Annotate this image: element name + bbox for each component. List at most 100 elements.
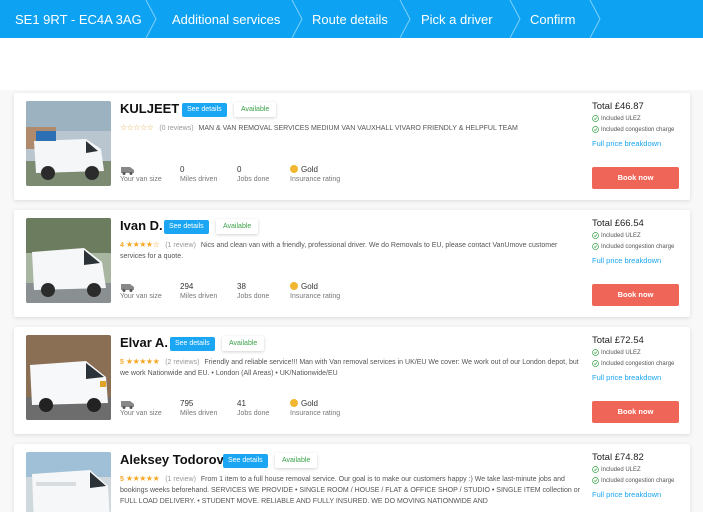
full-price-breakdown-link[interactable]: Full price breakdown <box>592 139 682 149</box>
price-column: Total £74.82 Included ULEZ Included cong… <box>592 452 682 500</box>
driver-card: Ivan D. See details Available 4 ★★★★☆ (1 … <box>14 210 690 317</box>
step-confirm-label: Confirm <box>530 11 576 27</box>
jobs-label: Jobs done <box>237 410 270 417</box>
rating-and-description: 5 ★★★★★ (1 review) From 1 item to a full … <box>120 473 580 507</box>
insurance-stat: Gold Insurance rating <box>290 282 340 301</box>
reviews-count[interactable]: (0 reviews) <box>159 125 193 132</box>
van-icon <box>121 401 134 409</box>
rating-and-description: ☆☆☆☆☆ (0 reviews) MAN & VAN REMOVAL SERV… <box>120 122 580 134</box>
driver-description: MAN & VAN REMOVAL SERVICES MEDIUM VAN VA… <box>198 125 518 132</box>
total-price: Total £72.54 <box>592 335 644 346</box>
van-size-label: Your van size <box>120 176 162 183</box>
full-price-breakdown-link[interactable]: Full price breakdown <box>592 373 682 383</box>
jobs-value: 38 <box>237 282 246 291</box>
step-confirm[interactable]: Confirm <box>530 0 576 38</box>
van-size-label: Your van size <box>120 293 162 300</box>
full-price-breakdown-link[interactable]: Full price breakdown <box>592 256 682 266</box>
see-details-button[interactable]: See details <box>164 220 209 234</box>
step-postcodes-label: SE1 9RT - EC4A 3AG <box>15 11 142 27</box>
chevron-right-icon <box>509 0 521 38</box>
driver-name: Elvar A. <box>120 335 168 350</box>
book-now-button[interactable]: Book now <box>592 284 679 306</box>
van-size-stat: Your van size <box>120 165 162 184</box>
see-details-button[interactable]: See details <box>170 337 215 351</box>
included-congestion: Included congestion charge <box>592 243 682 252</box>
included-congestion-label: Included congestion charge <box>601 361 675 367</box>
price-column: Total £66.54 Included ULEZ Included cong… <box>592 218 682 266</box>
van-photo <box>26 452 111 512</box>
reviews-count[interactable]: (1 review) <box>165 476 196 483</box>
rating-stars-empty-icon: ☆☆☆☆☆ <box>120 123 154 132</box>
price-column: Total £72.54 Included ULEZ Included cong… <box>592 335 682 383</box>
miles-value: 294 <box>180 282 194 291</box>
jobs-label: Jobs done <box>237 293 270 300</box>
chevron-right-icon <box>145 0 157 38</box>
jobs-label: Jobs done <box>237 176 270 183</box>
see-details-button[interactable]: See details <box>223 454 268 468</box>
driver-card: KULJEET See details Available ☆☆☆☆☆ (0 r… <box>14 93 690 200</box>
included-ulez: Included ULEZ <box>592 349 682 358</box>
chevron-right-icon <box>399 0 411 38</box>
driver-name: Ivan D. <box>120 218 163 233</box>
van-size-stat: Your van size <box>120 282 162 301</box>
book-now-button[interactable]: Book now <box>592 167 679 189</box>
available-badge: Available <box>222 336 265 351</box>
miles-label: Miles driven <box>180 293 218 300</box>
gold-medal-icon <box>290 165 298 173</box>
jobs-stat: 0 Jobs done <box>237 165 269 184</box>
total-price: Total £46.87 <box>592 101 644 112</box>
rating-value: 4 <box>120 242 124 249</box>
chevron-right-icon <box>589 0 601 38</box>
insurance-value: Gold <box>301 165 318 174</box>
rating-value: 5 <box>120 476 124 483</box>
chevron-right-icon <box>291 0 303 38</box>
step-postcodes[interactable]: SE1 9RT - EC4A 3AG <box>15 0 142 38</box>
check-circle-icon <box>592 349 599 356</box>
reviews-count[interactable]: (2 reviews) <box>165 359 199 366</box>
miles-stat: 294 Miles driven <box>180 282 217 301</box>
check-circle-icon <box>592 115 599 122</box>
insurance-value: Gold <box>301 282 318 291</box>
insurance-label: Insurance rating <box>290 293 341 300</box>
rating-value: 5 <box>120 359 124 366</box>
see-details-button[interactable]: See details <box>182 103 227 117</box>
results-header-space <box>0 38 703 90</box>
van-photo <box>26 335 111 420</box>
gold-medal-icon <box>290 399 298 407</box>
van-size-label: Your van size <box>120 410 162 417</box>
step-additional-services[interactable]: Additional services <box>172 0 280 38</box>
driver-name: KULJEET <box>120 101 180 116</box>
included-ulez: Included ULEZ <box>592 232 682 241</box>
available-badge: Available <box>234 102 277 117</box>
insurance-label: Insurance rating <box>290 410 341 417</box>
step-pick-driver[interactable]: Pick a driver <box>421 0 493 38</box>
book-now-button[interactable]: Book now <box>592 401 679 423</box>
miles-stat: 0 Miles driven <box>180 165 217 184</box>
jobs-stat: 41 Jobs done <box>237 399 269 418</box>
jobs-value: 0 <box>237 165 242 174</box>
step-route-details[interactable]: Route details <box>312 0 388 38</box>
reviews-count[interactable]: (1 review) <box>165 242 196 249</box>
insurance-stat: Gold Insurance rating <box>290 165 340 184</box>
insurance-value: Gold <box>301 399 318 408</box>
check-circle-icon <box>592 243 599 250</box>
miles-label: Miles driven <box>180 176 218 183</box>
included-ulez: Included ULEZ <box>592 115 682 124</box>
step-route-details-label: Route details <box>312 11 388 27</box>
included-ulez-label: Included ULEZ <box>601 116 641 122</box>
driver-card: Aleksey Todorov See details Available 5 ★… <box>14 444 690 512</box>
included-congestion: Included congestion charge <box>592 126 682 135</box>
miles-stat: 795 Miles driven <box>180 399 217 418</box>
step-pick-driver-label: Pick a driver <box>421 11 493 27</box>
included-ulez-label: Included ULEZ <box>601 467 641 473</box>
total-price: Total £74.82 <box>592 452 644 463</box>
included-ulez-label: Included ULEZ <box>601 233 641 239</box>
full-price-breakdown-link[interactable]: Full price breakdown <box>592 490 682 500</box>
rating-stars-icon: ★★★★★ <box>125 474 160 483</box>
check-circle-icon <box>592 232 599 239</box>
included-congestion-label: Included congestion charge <box>601 244 675 250</box>
van-photo <box>26 101 111 186</box>
insurance-stat: Gold Insurance rating <box>290 399 340 418</box>
available-badge: Available <box>275 453 318 468</box>
check-circle-icon <box>592 360 599 367</box>
